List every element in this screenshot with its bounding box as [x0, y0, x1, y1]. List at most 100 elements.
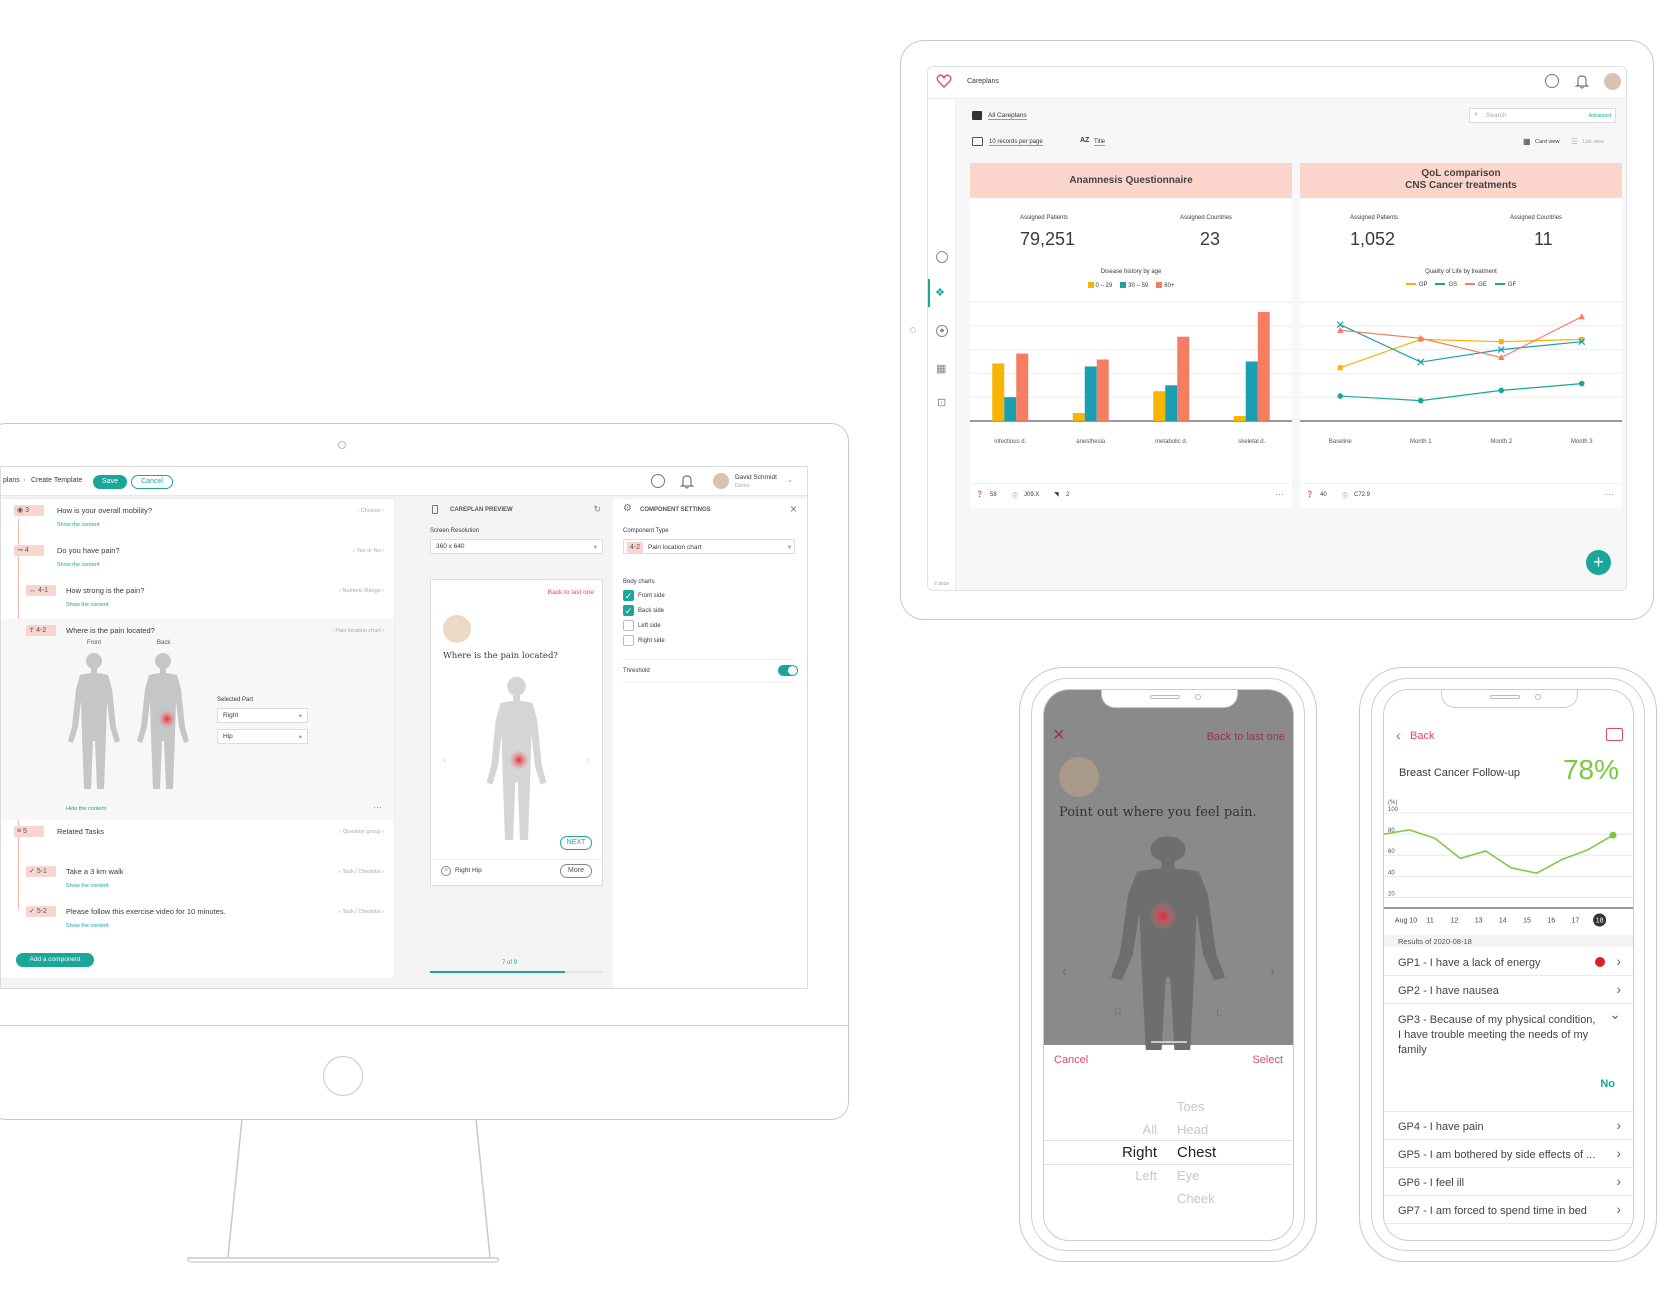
result-item[interactable]: GP3 - Because of my physical condition, …: [1384, 1004, 1633, 1112]
card-view-icon[interactable]: ▦: [1523, 137, 1531, 146]
chevron-down-icon[interactable]: ⌄: [1609, 1006, 1621, 1023]
inbox-icon[interactable]: [1606, 728, 1623, 741]
show-content-link[interactable]: Show the content: [66, 883, 109, 889]
close-circle-icon[interactable]: ×: [441, 866, 451, 876]
list-view-label[interactable]: List view: [1583, 139, 1604, 145]
show-content-link[interactable]: Show the content: [66, 923, 109, 929]
picker-option[interactable]: Toes: [1177, 1095, 1287, 1118]
chevron-right-icon[interactable]: ›: [1616, 1173, 1621, 1189]
show-content-link[interactable]: Show the content: [66, 602, 109, 608]
question-row-3[interactable]: ◉ 3 How is your overall mobility? ‹ Choi…: [1, 505, 394, 543]
checkbox[interactable]: ✓: [623, 590, 634, 601]
more-dots-icon[interactable]: ···: [373, 802, 382, 812]
refresh-icon[interactable]: ↻: [593, 504, 601, 515]
question-row-4[interactable]: ⊸ 4 Do you have pain? ‹ Yes or No › Show…: [1, 545, 394, 583]
part-select[interactable]: Hip ▾: [217, 729, 308, 744]
question-row-4-1[interactable]: ↔ 4-1 How strong is the pain? ‹ Numeric …: [1, 585, 394, 623]
component-type-select[interactable]: 4-2 Pain location chart ▾: [623, 539, 795, 554]
chevron-left-icon[interactable]: ‹: [1062, 963, 1067, 979]
cancel-button[interactable]: Cancel: [131, 475, 173, 489]
picker-option[interactable]: Chest: [1177, 1141, 1287, 1164]
picker-option[interactable]: [1044, 1187, 1157, 1210]
sort-select[interactable]: Title: [1094, 139, 1106, 146]
dashboard-icon[interactable]: [936, 251, 948, 263]
checkbox[interactable]: [623, 635, 634, 646]
careplan-card-qol[interactable]: QoL comparison CNS Cancer treatments Ass…: [1300, 163, 1622, 508]
chevron-right-icon[interactable]: ›: [587, 755, 590, 766]
picker-option[interactable]: Cheek: [1177, 1187, 1287, 1210]
picker-select-button[interactable]: Select: [1252, 1054, 1283, 1066]
bell-icon[interactable]: [680, 474, 694, 489]
avatar[interactable]: [713, 473, 729, 489]
chevron-right-icon[interactable]: ›: [1616, 1201, 1621, 1217]
show-content-link[interactable]: Show the content: [57, 562, 100, 568]
result-item[interactable]: GP6 - I feel ill ›: [1384, 1168, 1633, 1196]
body-chart-preview[interactable]: [482, 672, 552, 852]
breadcrumb-prev[interactable]: plans: [3, 477, 20, 484]
result-item[interactable]: GP7 - I am forced to spend time in bed ›: [1384, 1196, 1633, 1224]
picker-side-column[interactable]: All Right Left: [1044, 1095, 1157, 1210]
chevron-right-icon[interactable]: ›: [1616, 1145, 1621, 1161]
result-item[interactable]: GP2 - I have nausea ›: [1384, 976, 1633, 1004]
hide-content-link[interactable]: Hide the content: [66, 806, 106, 812]
chevron-right-icon[interactable]: ›: [1616, 953, 1621, 969]
resolution-select[interactable]: 360 x 640 ▾: [430, 539, 603, 554]
heart-logo-icon[interactable]: [936, 74, 952, 88]
more-dots-icon[interactable]: ···: [1275, 489, 1284, 499]
result-item[interactable]: GP1 - I have a lack of energy ›: [1384, 948, 1633, 976]
show-content-link[interactable]: Show the content: [57, 522, 100, 528]
body-chart-option[interactable]: Right side: [623, 635, 793, 650]
picker-option[interactable]: Eye: [1177, 1164, 1287, 1187]
checkbox[interactable]: [623, 620, 634, 631]
globe-icon[interactable]: [651, 474, 665, 488]
picker-option[interactable]: [1044, 1095, 1157, 1118]
body-chart-option[interactable]: ✓ Back side: [623, 605, 793, 620]
back-to-last-link[interactable]: Back to last one: [548, 589, 594, 596]
back-button[interactable]: Back: [1410, 730, 1434, 742]
picker-option[interactable]: All: [1044, 1118, 1157, 1141]
advanced-link[interactable]: Advanced: [1589, 113, 1611, 119]
lock-icon[interactable]: ⊡: [937, 396, 946, 409]
question-row-5-2[interactable]: ✓ 5-2 Please follow this exercise video …: [1, 906, 394, 944]
close-icon[interactable]: ×: [790, 502, 797, 516]
chevron-right-icon[interactable]: ›: [1616, 981, 1621, 997]
picker-option[interactable]: Head: [1177, 1118, 1287, 1141]
checkbox[interactable]: ✓: [623, 605, 634, 616]
more-dots-icon[interactable]: ···: [1605, 489, 1614, 499]
close-icon[interactable]: ×: [1053, 724, 1065, 747]
body-chart-back[interactable]: [133, 649, 193, 799]
picker-cancel-button[interactable]: Cancel: [1054, 1054, 1088, 1066]
side-select[interactable]: Right ▾: [217, 708, 308, 723]
search-input[interactable]: ⌕ Search Advanced: [1469, 108, 1616, 123]
chevron-left-icon[interactable]: ‹: [443, 755, 446, 766]
records-per-page-select[interactable]: 10 records per page: [989, 139, 1043, 146]
target-icon[interactable]: ◆: [936, 325, 948, 337]
back-to-last-link[interactable]: Back to last one: [1207, 731, 1285, 743]
add-careplan-fab[interactable]: +: [1586, 550, 1611, 575]
bell-icon[interactable]: [1575, 74, 1589, 89]
body-chart-front[interactable]: [64, 649, 124, 799]
chevron-right-icon[interactable]: ›: [1616, 1117, 1621, 1133]
avatar[interactable]: [1604, 73, 1621, 90]
result-item[interactable]: GP5 - I am bothered by side effects of .…: [1384, 1140, 1633, 1168]
threshold-toggle[interactable]: [778, 665, 798, 676]
result-item[interactable]: GP4 - I have pain ›: [1384, 1112, 1633, 1140]
question-row-5[interactable]: ≡ 5 Related Tasks ‹ Question group ›: [1, 826, 394, 856]
chevron-right-icon[interactable]: ›: [1270, 963, 1275, 979]
body-chart-option[interactable]: ✓ Front side: [623, 590, 793, 605]
card-view-label[interactable]: Card view: [1535, 139, 1559, 145]
picker-part-column[interactable]: Toes Head Chest Eye Cheek: [1177, 1095, 1287, 1210]
picker-option[interactable]: Left: [1044, 1164, 1157, 1187]
more-button[interactable]: More: [560, 864, 592, 878]
all-careplans-link[interactable]: All Careplans: [988, 112, 1027, 120]
list-view-icon[interactable]: ☰: [1571, 137, 1578, 146]
chevron-down-icon[interactable]: ⌄: [787, 476, 793, 484]
add-component-button[interactable]: Add a component: [16, 953, 94, 967]
globe-icon[interactable]: [1545, 74, 1559, 88]
careplans-icon[interactable]: ❖: [935, 286, 945, 299]
question-row-5-1[interactable]: ✓ 5-1 Take a 3 km walk ‹ Task / Checklis…: [1, 866, 394, 904]
save-button[interactable]: Save: [93, 475, 127, 489]
back-chevron-icon[interactable]: ‹: [1396, 727, 1401, 743]
next-button[interactable]: NEXT: [560, 836, 592, 850]
table-icon[interactable]: ▦: [936, 362, 946, 375]
